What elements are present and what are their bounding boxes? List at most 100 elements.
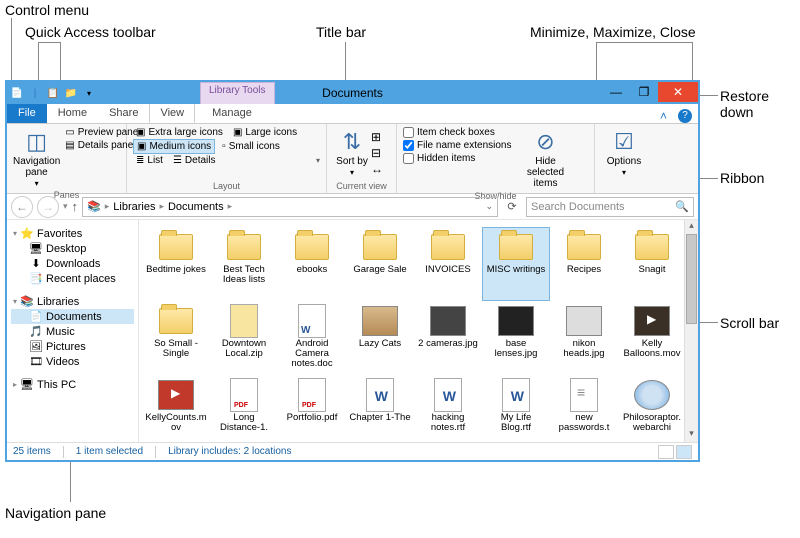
control-menu-icon[interactable]: 📄 xyxy=(9,85,25,101)
callout-line xyxy=(60,42,61,80)
forward-button[interactable]: → xyxy=(37,196,59,218)
file-item[interactable]: Lazy Cats xyxy=(347,302,413,374)
minimize-button[interactable]: — xyxy=(602,82,630,102)
small-icon: ▫ xyxy=(222,141,226,152)
navigation-pane-button[interactable]: ◫ Navigation pane ▾ xyxy=(13,126,60,188)
file-item[interactable]: INVOICES xyxy=(415,228,481,300)
file-item[interactable]: new passwords.t xyxy=(551,376,617,442)
file-item[interactable]: hacking notes.rtf xyxy=(415,376,481,442)
file-item[interactable]: MISC writings xyxy=(483,228,549,300)
tab-file[interactable]: File xyxy=(7,103,47,123)
file-item[interactable]: So Small - Single xyxy=(143,302,209,374)
tab-view[interactable]: View xyxy=(149,103,195,123)
ribbon-collapse-icon[interactable]: ˄ xyxy=(660,109,674,123)
nav-desktop[interactable]: 🖥Desktop xyxy=(11,241,134,256)
chevron-icon: ▸ xyxy=(13,380,17,389)
layout-large[interactable]: ▣Large icons xyxy=(230,126,300,139)
nav-recent[interactable]: 📑Recent places xyxy=(11,271,134,286)
file-item[interactable]: Garage Sale xyxy=(347,228,413,300)
nav-libraries[interactable]: ▾📚Libraries xyxy=(11,294,134,309)
layout-small[interactable]: ▫Small icons xyxy=(219,140,283,153)
layout-list[interactable]: ≣List xyxy=(133,154,166,167)
sort-by-button[interactable]: ⇅ Sort by ▾ xyxy=(333,126,371,177)
layout-details[interactable]: ☰Details xyxy=(170,154,219,167)
item-icon xyxy=(293,230,331,264)
layout-extra-large[interactable]: ▣Extra large icons xyxy=(133,126,226,139)
hide-selected-button[interactable]: ⊘ Hide selected items xyxy=(516,126,576,189)
item-check-boxes[interactable]: Item check boxes xyxy=(403,126,512,139)
nav-videos[interactable]: 🎞Videos xyxy=(11,354,134,369)
qat-newfolder-icon[interactable]: 📁 xyxy=(63,85,79,101)
file-ext-label: File name extensions xyxy=(417,140,512,151)
nav-documents[interactable]: 📄Documents xyxy=(11,309,134,324)
file-item[interactable]: nikon heads.jpg xyxy=(551,302,617,374)
refresh-button[interactable]: ⟳ xyxy=(502,200,522,213)
breadcrumb-documents[interactable]: Documents xyxy=(168,201,224,213)
file-item[interactable]: base lenses.jpg xyxy=(483,302,549,374)
callout-line xyxy=(345,42,346,80)
file-item[interactable]: Recipes xyxy=(551,228,617,300)
navigation-pane[interactable]: ▾⭐Favorites 🖥Desktop ⬇Downloads 📑Recent … xyxy=(7,220,139,442)
address-dropdown-icon[interactable]: ⌄ xyxy=(485,201,493,212)
file-item[interactable]: Portfolio.pdf xyxy=(279,376,345,442)
item-check-checkbox[interactable] xyxy=(403,127,414,138)
search-box[interactable]: Search Documents 🔍 xyxy=(526,197,694,217)
file-item[interactable]: Chapter 1-The xyxy=(347,376,413,442)
icons-view-toggle[interactable] xyxy=(676,445,692,459)
tab-home[interactable]: Home xyxy=(47,103,98,123)
scroll-thumb[interactable] xyxy=(686,234,697,324)
nav-pictures[interactable]: 🖼Pictures xyxy=(11,339,134,354)
tab-share[interactable]: Share xyxy=(98,103,149,123)
options-button[interactable]: ☑ Options ▾ xyxy=(601,126,647,177)
file-name-extensions[interactable]: File name extensions xyxy=(403,139,512,152)
nav-favorites[interactable]: ▾⭐Favorites xyxy=(11,226,134,241)
title-bar[interactable]: 📄 | 📋 📁 ▾ Library Tools Documents — ❐ ✕ xyxy=(7,82,698,104)
item-label: Chapter 1-The xyxy=(349,413,410,423)
file-item[interactable]: Best Tech Ideas lists xyxy=(211,228,277,300)
scroll-down-arrow[interactable]: ▾ xyxy=(685,428,698,442)
content-area[interactable]: Bedtime jokesBest Tech Ideas listsebooks… xyxy=(139,220,698,442)
breadcrumb-sep[interactable]: ▸ xyxy=(228,201,233,212)
layout-more-icon[interactable]: ▾ xyxy=(316,156,320,165)
tab-manage[interactable]: Manage xyxy=(201,102,263,123)
qat-customize-icon[interactable]: ▾ xyxy=(81,85,97,101)
file-item[interactable]: Philosoraptor.webarchi xyxy=(619,376,685,442)
hidden-items[interactable]: Hidden items xyxy=(403,152,512,165)
file-item[interactable]: Bedtime jokes xyxy=(143,228,209,300)
nav-music[interactable]: 🎵Music xyxy=(11,324,134,339)
file-item[interactable]: Kelly Balloons.mov xyxy=(619,302,685,374)
size-columns-icon[interactable]: ↔ xyxy=(371,162,383,176)
close-button[interactable]: ✕ xyxy=(658,82,698,102)
address-bar[interactable]: 📚 ▸ Libraries ▸ Documents ▸ ⌄ xyxy=(82,197,498,217)
file-item[interactable]: Snagit xyxy=(619,228,685,300)
up-button[interactable]: ↑ xyxy=(72,199,79,214)
file-item[interactable]: Long Distance-1. xyxy=(211,376,277,442)
nav-downloads-label: Downloads xyxy=(46,258,100,270)
restore-button[interactable]: ❐ xyxy=(630,82,658,102)
file-ext-checkbox[interactable] xyxy=(403,140,414,151)
vertical-scrollbar[interactable]: ▴ ▾ xyxy=(684,220,698,442)
help-icon[interactable]: ? xyxy=(678,109,692,123)
file-item[interactable]: KellyCounts.mov xyxy=(143,376,209,442)
hidden-checkbox[interactable] xyxy=(403,153,414,164)
item-icon xyxy=(157,304,195,338)
details-view-toggle[interactable] xyxy=(658,445,674,459)
breadcrumb-sep[interactable]: ▸ xyxy=(159,201,164,212)
file-item[interactable]: Downtown Local.zip xyxy=(211,302,277,374)
layout-medium[interactable]: ▣Medium icons xyxy=(133,139,215,154)
file-item[interactable]: ebooks xyxy=(279,228,345,300)
file-item[interactable]: My Life Blog.rtf xyxy=(483,376,549,442)
file-item[interactable]: Android Camera notes.doc xyxy=(279,302,345,374)
add-columns-icon[interactable]: ⊟ xyxy=(371,146,383,160)
scroll-up-arrow[interactable]: ▴ xyxy=(685,220,698,234)
nav-downloads[interactable]: ⬇Downloads xyxy=(11,256,134,271)
breadcrumb-sep[interactable]: ▸ xyxy=(105,201,110,212)
nav-this-pc[interactable]: ▸🖥This PC xyxy=(11,377,134,392)
breadcrumb-libraries[interactable]: Libraries xyxy=(113,201,155,213)
group-by-icon[interactable]: ⊞ xyxy=(371,130,383,144)
recent-locations-icon[interactable]: ▾ xyxy=(63,201,68,212)
back-button[interactable]: ← xyxy=(11,196,33,218)
file-item[interactable]: 2 cameras.jpg xyxy=(415,302,481,374)
nav-pictures-label: Pictures xyxy=(46,341,86,353)
qat-properties-icon[interactable]: 📋 xyxy=(45,85,61,101)
